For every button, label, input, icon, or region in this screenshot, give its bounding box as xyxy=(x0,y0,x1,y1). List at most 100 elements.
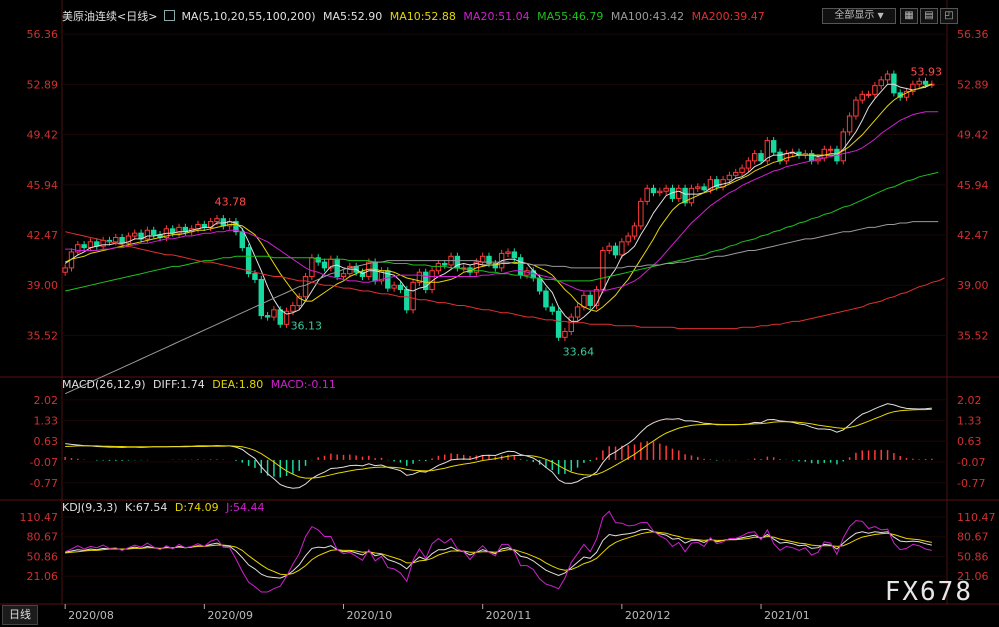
y-tick-left-1-0: 2.02 xyxy=(34,394,59,407)
y-tick-right-1-3: -0.07 xyxy=(957,456,985,469)
crosshair-icon[interactable]: ▦ xyxy=(900,8,918,24)
y-tick-left-2-1: 80.67 xyxy=(27,531,59,544)
y-tick-right-2-0: 110.47 xyxy=(957,511,996,524)
y-tick-left-0-6: 35.52 xyxy=(27,330,59,343)
kdj-value-0: K:67.54 xyxy=(125,501,168,514)
candle-body xyxy=(214,218,220,223)
candle-body xyxy=(442,263,448,266)
candle-body xyxy=(625,235,631,243)
macd-value-1: DEA:1.80 xyxy=(208,378,264,391)
ma-settings-icon[interactable] xyxy=(163,10,175,21)
candle-body xyxy=(511,251,518,259)
candle-body xyxy=(340,273,347,278)
tab-daily-label: 日线 xyxy=(9,608,31,621)
x-tick-label-2: 2020/10 xyxy=(347,609,393,622)
candle-body xyxy=(334,258,340,278)
y-tick-right-2-2: 50.86 xyxy=(957,550,989,563)
candle-body xyxy=(600,250,606,291)
ma-value-1: MA10:52.88 xyxy=(386,10,456,23)
candle-body xyxy=(587,294,593,306)
x-tick-label-1: 2020/09 xyxy=(207,609,253,622)
candle-body xyxy=(619,241,625,256)
candle-body xyxy=(239,231,246,249)
kdj-value-1: D:74.09 xyxy=(171,501,219,514)
candle-body xyxy=(536,277,543,292)
candle-body xyxy=(574,306,581,318)
candle-body xyxy=(865,93,872,96)
candle-body xyxy=(612,245,619,256)
candle-body xyxy=(144,229,151,240)
candle-body xyxy=(562,331,568,338)
ma-line-ma55 xyxy=(65,171,939,292)
candle-body xyxy=(821,148,828,159)
candle-body xyxy=(81,244,87,249)
y-tick-left-0-3: 45.94 xyxy=(27,179,59,192)
candle-body xyxy=(271,309,277,318)
ma-value-4: MA100:43.42 xyxy=(607,10,685,23)
candle-body xyxy=(391,284,397,289)
candle-body xyxy=(113,236,119,243)
y-tick-left-2-0: 110.47 xyxy=(20,511,59,524)
annotation-0: 43.78 xyxy=(215,196,247,209)
y-tick-left-2-3: 21.06 xyxy=(27,570,59,583)
ma-line-ma5 xyxy=(64,83,933,322)
y-tick-right-1-2: 0.63 xyxy=(957,435,982,448)
candle-body xyxy=(245,247,252,275)
candle-body xyxy=(309,257,315,278)
x-tick-label-4: 2020/12 xyxy=(625,609,671,622)
candle-body xyxy=(132,232,138,237)
main-chart-header: 美原油连续<日线> MA(5,10,20,55,100,200) MA5:52.… xyxy=(62,8,765,24)
ma-line-ma100 xyxy=(64,221,939,395)
candle-body xyxy=(397,284,404,291)
kdj-line-d xyxy=(65,531,932,576)
candle-body xyxy=(751,153,758,162)
multi-chart-icon[interactable]: ▤ xyxy=(920,8,938,24)
settings-icon[interactable]: ◰ xyxy=(940,8,958,24)
candle-body xyxy=(758,153,764,162)
ma-line-ma200 xyxy=(65,231,945,330)
y-tick-right-2-1: 80.67 xyxy=(957,531,989,544)
candle-body xyxy=(505,251,511,254)
y-tick-left-1-3: -0.07 xyxy=(30,456,58,469)
candle-body xyxy=(549,306,555,312)
candle-body xyxy=(568,316,574,333)
annotation-3: 53.93 xyxy=(911,66,943,79)
y-tick-right-0-5: 39.00 xyxy=(957,279,989,292)
ma-value-5: MA200:39.47 xyxy=(688,10,765,23)
macd-label: MACD(26,12,9) xyxy=(62,378,146,391)
y-tick-left-0-0: 56.36 xyxy=(27,28,59,41)
candle-body xyxy=(302,276,309,298)
candle-body xyxy=(846,115,853,133)
candle-body xyxy=(631,225,638,237)
instrument-title: 美原油连续<日线> xyxy=(62,10,158,23)
ma-line-ma10 xyxy=(64,83,932,312)
macd-value-0: DIFF:1.74 xyxy=(153,378,205,391)
candle-body xyxy=(745,160,752,169)
y-tick-left-0-4: 42.47 xyxy=(27,229,59,242)
x-tick-label-5: 2021/01 xyxy=(764,609,810,622)
candle-body xyxy=(663,187,669,192)
candle-body xyxy=(321,261,328,269)
candle-body xyxy=(277,309,283,325)
candle-body xyxy=(884,73,891,81)
y-tick-right-1-0: 2.02 xyxy=(957,394,982,407)
candle-body xyxy=(739,167,745,173)
x-tick-label-3: 2020/11 xyxy=(486,609,532,622)
y-tick-right-0-4: 42.47 xyxy=(957,229,989,242)
candle-body xyxy=(650,187,657,194)
y-tick-left-0-5: 39.00 xyxy=(27,279,59,292)
annotation-2: 33.64 xyxy=(563,346,595,359)
macd-line-dea xyxy=(65,408,932,479)
macd-line-diff xyxy=(65,403,932,489)
candle-body xyxy=(657,190,663,194)
candle-body xyxy=(258,278,264,317)
tab-daily[interactable]: 日线 xyxy=(2,605,38,625)
display-range-dropdown[interactable]: 全部显示 ▼ xyxy=(822,8,896,24)
macd-value-2: MACD:-0.11 xyxy=(267,378,336,391)
macd-header: MACD(26,12,9) DIFF:1.74 DEA:1.80 MACD:-0… xyxy=(62,378,336,391)
kdj-value-2: J:54.44 xyxy=(222,501,265,514)
candle-body xyxy=(555,310,562,338)
candle-body xyxy=(872,85,878,95)
ma-label: MA(5,10,20,55,100,200) xyxy=(181,10,316,23)
y-tick-left-2-2: 50.86 xyxy=(27,550,59,563)
